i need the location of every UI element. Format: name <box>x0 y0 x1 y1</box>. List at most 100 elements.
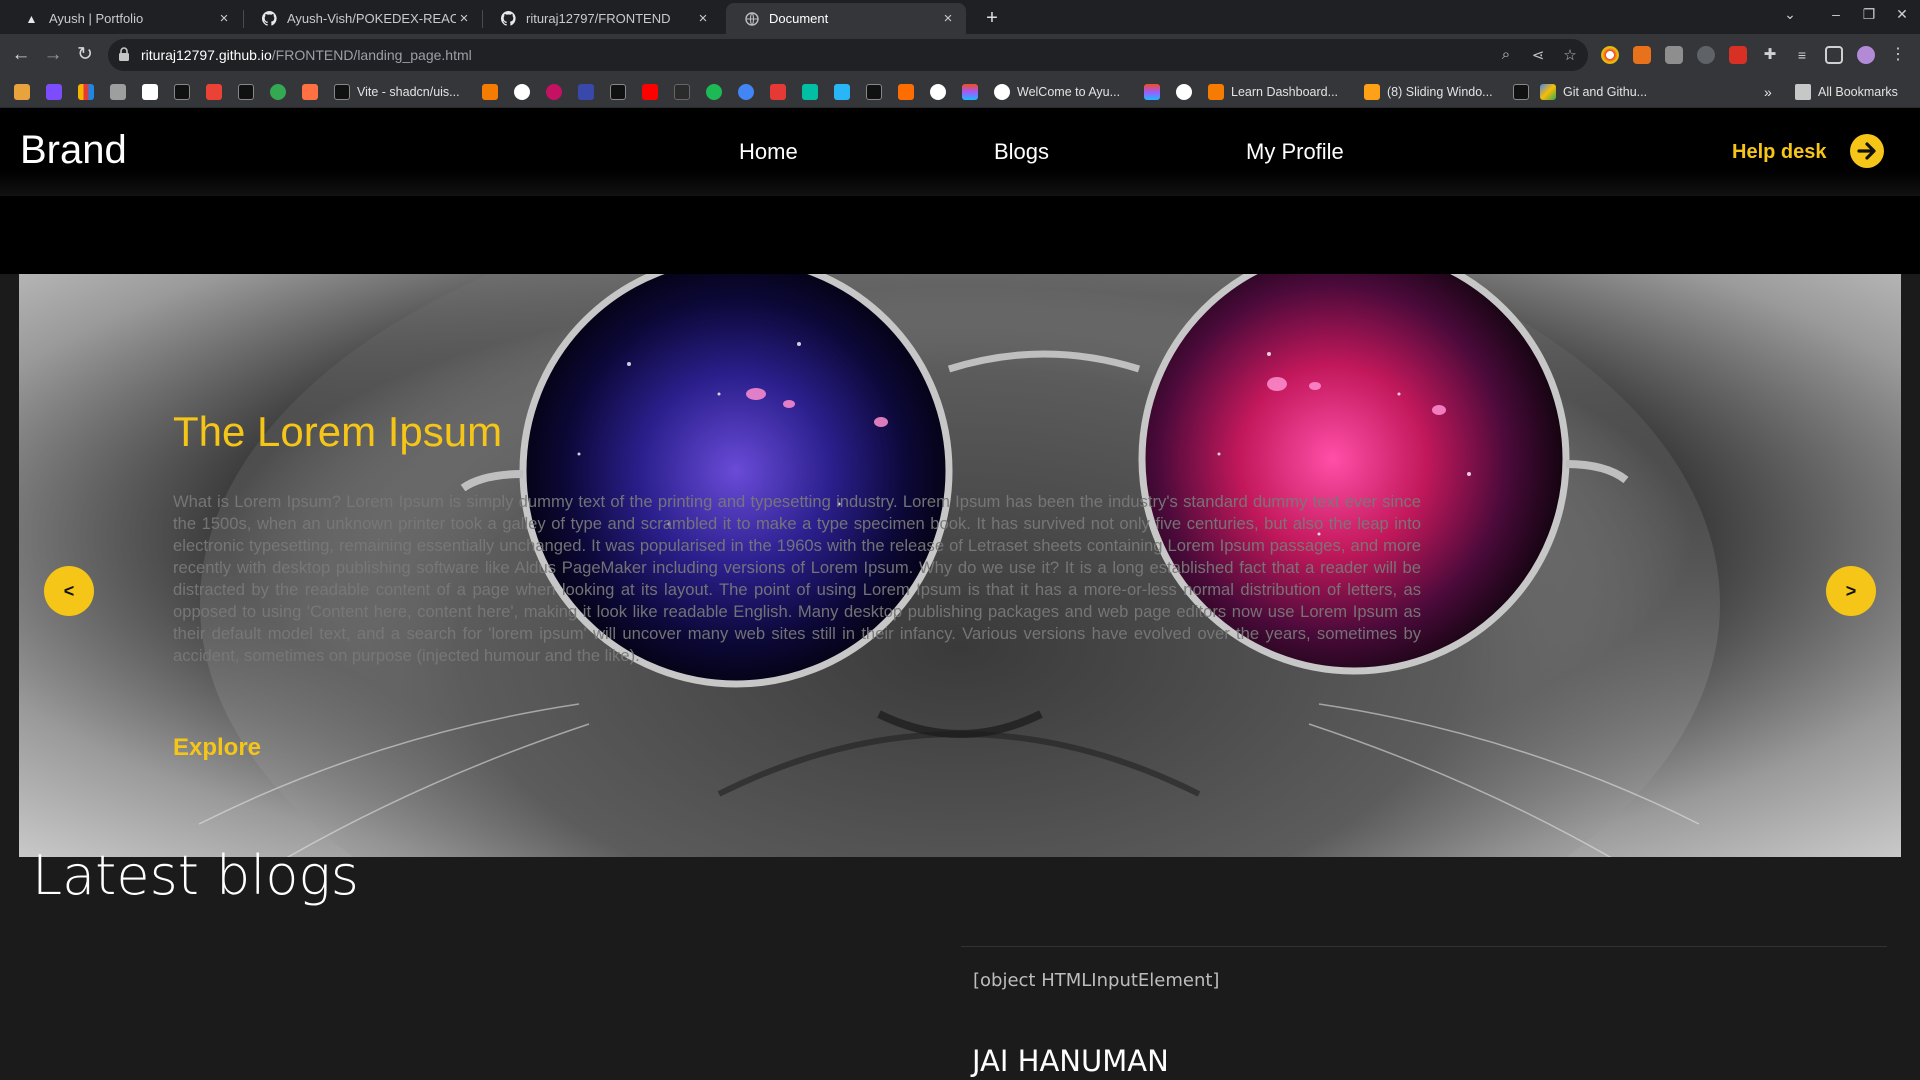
window-close-icon[interactable]: ✕ <box>1891 6 1913 23</box>
github-icon <box>262 11 277 26</box>
carousel-prev-button[interactable]: < <box>44 566 94 616</box>
bookmark-icon[interactable] <box>1176 84 1192 100</box>
extension-rocket-icon[interactable] <box>1729 46 1747 64</box>
bookmark-icon[interactable] <box>78 84 94 100</box>
close-icon[interactable]: × <box>695 10 711 27</box>
reload-icon[interactable]: ↻ <box>73 43 97 67</box>
avatar[interactable] <box>1857 46 1875 64</box>
nav-my-profile-link[interactable]: My Profile <box>1246 139 1344 165</box>
bookmark-icon <box>994 84 1010 100</box>
bookmark-vite[interactable]: Vite - shadcn/uis... <box>334 82 460 102</box>
tab-portfolio[interactable]: ▲ Ayush | Portfolio × <box>6 3 242 34</box>
bookmark-icon[interactable] <box>706 84 722 100</box>
extension-color-icon[interactable] <box>1601 46 1619 64</box>
bookmark-icon[interactable] <box>866 84 882 100</box>
bookmark-icon[interactable] <box>610 84 626 100</box>
bookmark-icon[interactable] <box>642 84 658 100</box>
address-bar[interactable]: rituraj12797.github.io/FRONTEND/landing_… <box>108 39 1588 71</box>
reading-list-icon[interactable]: ≡ <box>1793 46 1811 64</box>
hero-title: The Lorem Ipsum <box>173 408 503 455</box>
hero-carousel: The Lorem Ipsum What is Lorem Ipsum? Lor… <box>19 274 1901 857</box>
brand-logo[interactable]: Brand <box>20 128 127 173</box>
bookmark-icon[interactable] <box>270 84 286 100</box>
restore-icon[interactable]: ❐ <box>1858 6 1880 23</box>
bookmark-icon[interactable] <box>142 84 158 100</box>
bookmark-icon[interactable] <box>1513 84 1529 100</box>
bookmark-icon[interactable] <box>174 84 190 100</box>
bookmark-sliding-window[interactable]: (8) Sliding Windo... <box>1364 82 1493 102</box>
bookmark-icon[interactable] <box>674 84 690 100</box>
folder-icon <box>1795 84 1811 100</box>
bookmark-icon[interactable] <box>546 84 562 100</box>
tab-document-active[interactable]: Document × <box>726 3 966 34</box>
bookmark-git-github[interactable]: Git and Githu... <box>1540 82 1647 102</box>
tab-title: rituraj12797/FRONTEND <box>526 11 671 26</box>
tab-title: Document <box>769 11 829 26</box>
url-text: rituraj12797.github.io/FRONTEND/landing_… <box>141 47 472 63</box>
tab-pokedex[interactable]: Ayush-Vish/POKEDEX-REACT × <box>244 3 482 34</box>
help-desk-link[interactable]: Help desk <box>1732 141 1826 164</box>
bookmark-icon[interactable] <box>770 84 786 100</box>
tab-frontend-repo[interactable]: rituraj12797/FRONTEND × <box>483 3 721 34</box>
tab-title: Ayush-Vish/POKEDEX-REACT <box>287 11 456 26</box>
bookmark-icon[interactable] <box>930 84 946 100</box>
page-content: Brand Home Blogs My Profile Help desk Th… <box>0 108 1920 1080</box>
bookmark-icon[interactable] <box>898 84 914 100</box>
nav-blogs-link[interactable]: Blogs <box>994 139 1049 165</box>
triangle-logo-icon: ▲ <box>25 11 38 26</box>
tab-search-chevron-icon[interactable]: ⌄ <box>1779 6 1801 23</box>
menu-kebab-icon[interactable]: ⋮ <box>1889 46 1907 64</box>
browser-tab-strip: ▲ Ayush | Portfolio × Ayush-Vish/POKEDEX… <box>0 0 1920 34</box>
bookmark-icon[interactable] <box>738 84 754 100</box>
lock-icon <box>119 47 129 61</box>
latest-blogs-heading: Latest blogs <box>32 844 359 907</box>
bookmark-icon[interactable] <box>578 84 594 100</box>
blog-title: JAI HANUMAN <box>972 1044 1169 1078</box>
bookmark-icon[interactable] <box>834 84 850 100</box>
close-icon[interactable]: × <box>456 10 472 27</box>
bookmark-icon[interactable] <box>110 84 126 100</box>
puzzle-icon[interactable]: ✚ <box>1761 46 1779 64</box>
explore-link[interactable]: Explore <box>173 734 261 762</box>
carousel-next-button[interactable]: > <box>1826 566 1876 616</box>
bookmark-icon[interactable] <box>302 84 318 100</box>
extension-note-icon[interactable] <box>1665 46 1683 64</box>
bookmark-icon[interactable] <box>46 84 62 100</box>
bookmark-icon[interactable] <box>14 84 30 100</box>
forward-arrow-icon[interactable]: → <box>41 43 65 67</box>
bookmark-star-icon[interactable]: ☆ <box>1560 46 1580 64</box>
url-host: rituraj12797.github.io <box>141 47 272 63</box>
arrow-right-circle-icon[interactable] <box>1850 134 1884 168</box>
new-tab-button[interactable]: + <box>978 4 1006 32</box>
bookmark-learn-dashboard[interactable]: Learn Dashboard... <box>1208 82 1338 102</box>
bookmark-icon[interactable] <box>1144 84 1160 100</box>
bookmark-icon[interactable] <box>514 84 530 100</box>
bookmark-welcome[interactable]: WelCome to Ayu... <box>994 82 1120 102</box>
zoom-icon[interactable]: ⌕ <box>1496 46 1516 63</box>
extension-stack-icon[interactable] <box>1633 46 1651 64</box>
extension-target-icon[interactable] <box>1697 46 1715 64</box>
bookmark-label: WelCome to Ayu... <box>1017 85 1121 99</box>
nav-home-link[interactable]: Home <box>739 139 798 165</box>
bookmark-icon[interactable] <box>802 84 818 100</box>
bookmark-label: (8) Sliding Windo... <box>1387 85 1493 99</box>
bookmark-icon[interactable] <box>238 84 254 100</box>
back-arrow-icon[interactable]: ← <box>9 43 33 67</box>
all-bookmarks[interactable]: All Bookmarks <box>1795 82 1898 102</box>
bookmark-label: Learn Dashboard... <box>1231 85 1339 99</box>
bookmark-icon <box>1540 84 1556 100</box>
close-icon[interactable]: × <box>216 10 232 27</box>
bookmark-icon[interactable] <box>962 84 978 100</box>
minimize-icon[interactable]: – <box>1825 6 1847 22</box>
bookmark-icon[interactable] <box>482 84 498 100</box>
github-icon <box>501 11 516 26</box>
bookmarks-overflow-chevron-icon[interactable]: » <box>1764 82 1772 102</box>
browser-toolbar: ← → ↻ rituraj12797.github.io/FRONTEND/la… <box>0 34 1920 76</box>
globe-icon <box>744 11 759 26</box>
bookmark-icon[interactable] <box>206 84 222 100</box>
share-icon[interactable]: ⋖ <box>1528 46 1548 64</box>
close-icon[interactable]: × <box>940 10 956 27</box>
side-panel-icon[interactable] <box>1825 46 1843 64</box>
url-path: /FRONTEND/landing_page.html <box>271 47 472 63</box>
divider <box>961 946 1887 947</box>
